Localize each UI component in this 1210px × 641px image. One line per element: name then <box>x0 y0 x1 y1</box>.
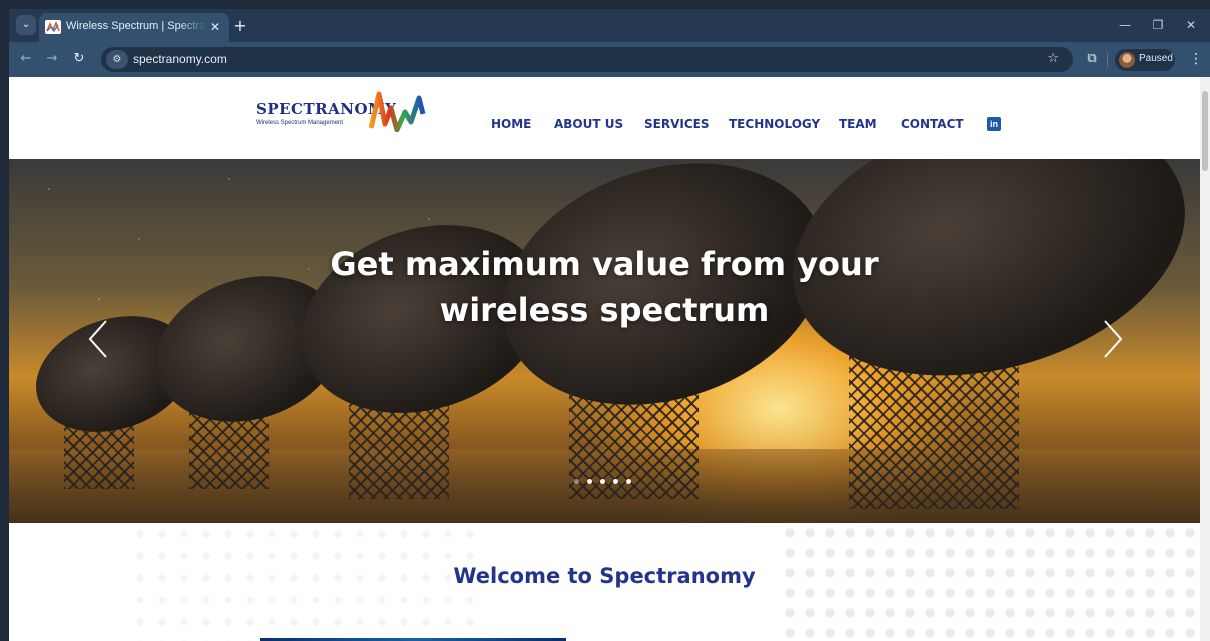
browser-window: ⌄ Wireless Spectrum | Spectranomy ✕ + — … <box>9 9 1210 641</box>
forward-icon[interactable]: → <box>43 50 61 68</box>
slide-dot[interactable] <box>600 479 605 484</box>
site-logo[interactable]: SPECTRANOMY Wireless Spectrum Management <box>256 88 436 138</box>
restore-icon[interactable]: ❐ <box>1148 15 1168 35</box>
reload-icon[interactable]: ↻ <box>70 50 88 68</box>
linkedin-icon[interactable]: in <box>987 117 1001 131</box>
browser-toolbar: ← → ↻ ⚙ spectranomy.com ☆ ⧉ Paused ⋮ <box>9 42 1210 77</box>
minimize-icon[interactable]: — <box>1115 15 1135 35</box>
nav-technology[interactable]: TECHNOLOGY <box>729 117 820 131</box>
slide-dot[interactable] <box>574 479 579 484</box>
welcome-heading: Welcome to Spectranomy <box>453 564 756 588</box>
spectrum-wave-icon <box>369 91 426 132</box>
nav-home[interactable]: HOME <box>491 117 531 131</box>
page-viewport: SPECTRANOMY Wireless Spectrum Management <box>9 77 1210 641</box>
hero-headline-line2: wireless spectrum <box>439 291 770 329</box>
browser-menu-icon[interactable]: ⋮ <box>1189 50 1203 68</box>
slide-dot[interactable] <box>587 479 592 484</box>
new-tab-button[interactable]: + <box>231 17 249 35</box>
site-info-icon[interactable]: ⚙ <box>106 50 128 69</box>
slide-dot[interactable] <box>613 479 618 484</box>
hero-slider: Get maximum value from your wireless spe… <box>9 159 1200 523</box>
hero-headline: Get maximum value from your wireless spe… <box>9 241 1200 333</box>
next-slide-icon[interactable] <box>1101 319 1125 359</box>
bookmark-star-icon[interactable]: ☆ <box>1047 51 1059 66</box>
prev-slide-icon[interactable] <box>86 319 110 359</box>
nav-about-us[interactable]: ABOUT US <box>554 117 623 131</box>
extensions-icon[interactable]: ⧉ <box>1083 50 1101 68</box>
site-favicon-icon <box>45 20 61 34</box>
profile-button[interactable]: Paused <box>1115 49 1175 71</box>
tab-title: Wireless Spectrum | Spectranomy <box>66 20 206 32</box>
nav-contact[interactable]: CONTACT <box>901 117 964 131</box>
site-header: SPECTRANOMY Wireless Spectrum Management <box>9 77 1200 159</box>
nav-team[interactable]: TEAM <box>839 117 877 131</box>
page-scrollbar[interactable] <box>1200 77 1210 641</box>
logo-tagline: Wireless Spectrum Management <box>256 120 344 126</box>
profile-status: Paused <box>1139 53 1173 64</box>
avatar <box>1119 52 1135 68</box>
slide-dot[interactable] <box>626 479 631 484</box>
tab-search-button[interactable]: ⌄ <box>16 15 36 35</box>
tab-strip: ⌄ Wireless Spectrum | Spectranomy ✕ + — … <box>9 9 1210 42</box>
welcome-section: Welcome to Spectranomy <box>9 523 1200 641</box>
url-text: spectranomy.com <box>133 52 227 66</box>
scrollbar-thumb[interactable] <box>1202 91 1208 171</box>
hero-headline-line1: Get maximum value from your <box>330 245 879 283</box>
toolbar-divider <box>1107 53 1108 67</box>
tab-close-icon[interactable]: ✕ <box>207 19 223 35</box>
nav-services[interactable]: SERVICES <box>644 117 709 131</box>
browser-tab[interactable]: Wireless Spectrum | Spectranomy ✕ <box>39 13 229 42</box>
window-close-icon[interactable]: ✕ <box>1181 15 1201 35</box>
address-bar[interactable]: ⚙ spectranomy.com ☆ <box>101 47 1073 72</box>
back-icon[interactable]: ← <box>17 50 35 68</box>
